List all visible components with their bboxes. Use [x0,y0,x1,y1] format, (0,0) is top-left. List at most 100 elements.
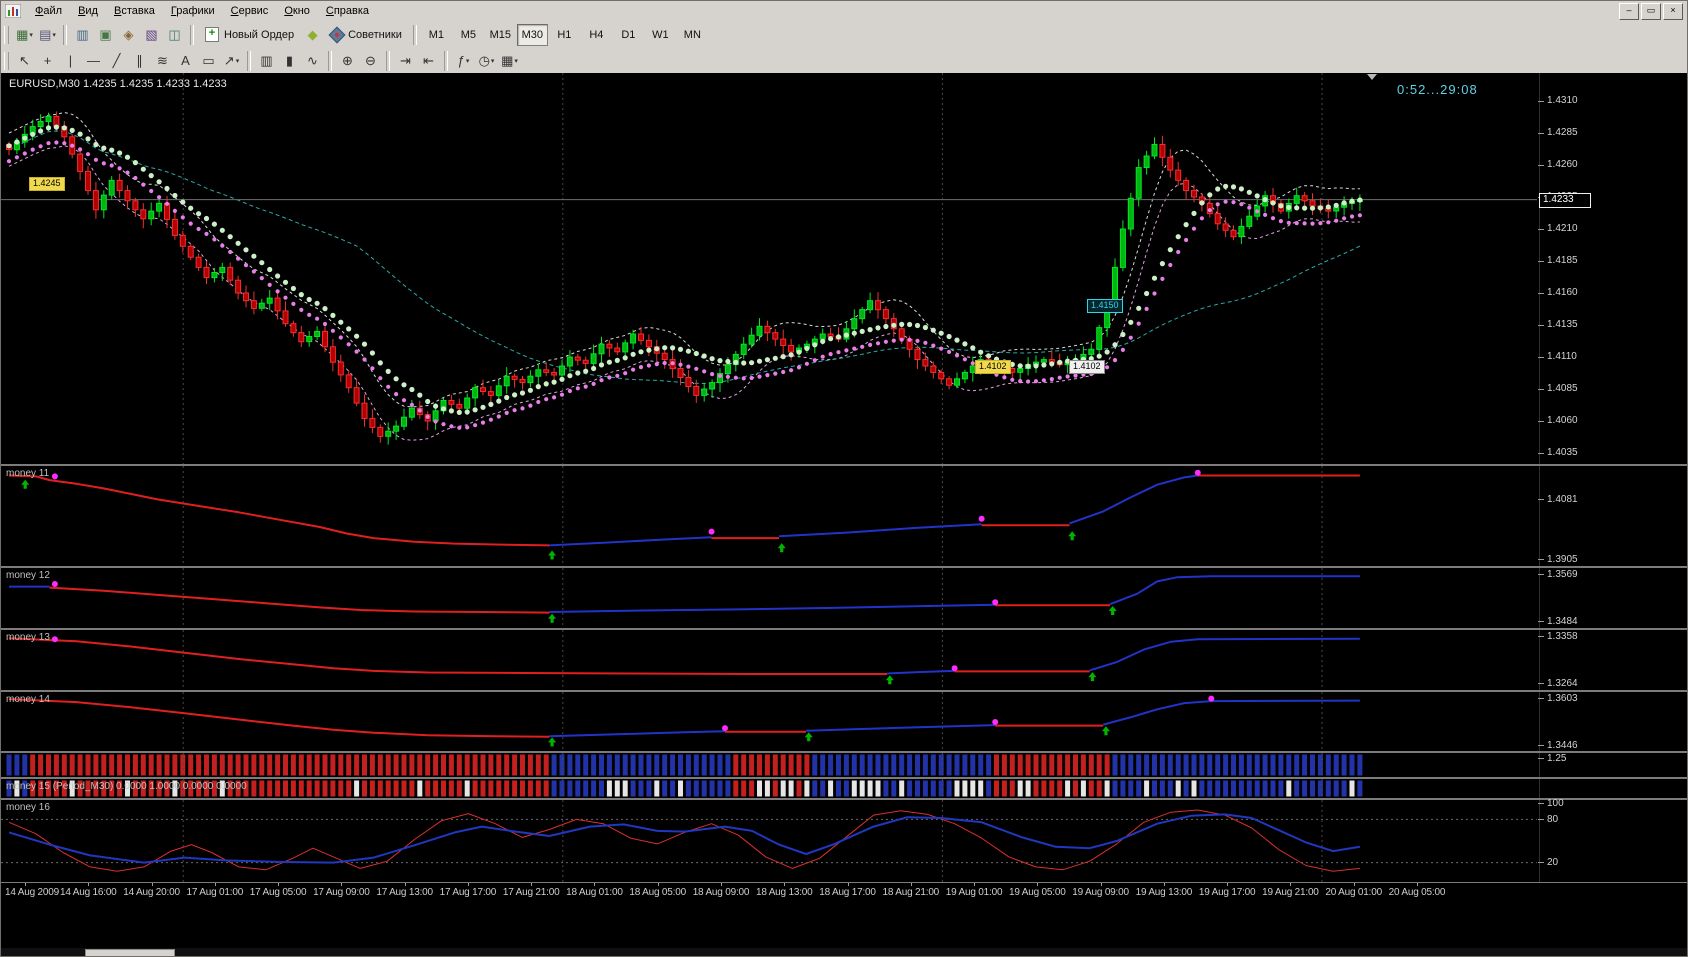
price-tag-yellow[interactable]: 1.4245 [29,177,65,191]
terminal-button[interactable]: ▧ [140,24,163,46]
equidistant-channel-icon: ∥ [136,54,143,67]
horizontal-line-button[interactable]: — [82,50,105,72]
menu-view[interactable]: Вид [70,2,106,20]
timeframe-m30[interactable]: M30 [517,24,548,46]
chart-pane-m16[interactable] [1,800,1537,882]
metaeditor-button[interactable]: ◆ [301,24,324,46]
bar-chart-button[interactable]: ▥ [255,50,278,72]
line-chart-button[interactable]: ∿ [301,50,324,72]
scale-label-m12: 1.3569 [1547,569,1578,580]
data-window-button[interactable]: ▣ [94,24,117,46]
date-axis-tick [1417,883,1418,886]
timeframe-w1[interactable]: W1 [645,24,676,46]
cursor-button[interactable]: ↖ [13,50,36,72]
trendline-button[interactable]: ╱ [105,50,128,72]
toolbar-separator [444,51,448,71]
new-chart-icon: ▦ [16,28,28,41]
chart-shift-marker[interactable] [1367,74,1377,80]
pane-splitter[interactable] [1,798,1688,800]
templates-button[interactable]: ▦▾ [498,50,521,72]
chart-system-icon[interactable] [5,4,21,18]
zoom-out-button[interactable]: ⊖ [359,50,382,72]
text-label-button[interactable]: ▭ [197,50,220,72]
scale-label-m15a: 1.25 [1547,753,1566,764]
timeframe-m5[interactable]: M5 [453,24,484,46]
zoom-out-icon: ⊖ [365,54,376,67]
navigator-button[interactable]: ◈ [117,24,140,46]
close-button[interactable]: × [1663,3,1683,20]
pane-splitter[interactable] [1,751,1688,753]
dropdown-arrow-icon: ▾ [236,57,240,65]
chart-tab[interactable] [85,949,175,957]
chart-shift-button[interactable]: ⇤ [417,50,440,72]
candlestick-button[interactable]: ▮ [278,50,301,72]
timeframe-switcher: M1M5M15M30H1H4D1W1MN [421,24,709,46]
chart-pane-m13[interactable] [1,630,1537,690]
chart-pane-main[interactable] [1,73,1537,464]
timeframe-h4[interactable]: H4 [581,24,612,46]
periods-button[interactable]: ◷▾ [475,50,498,72]
text-button[interactable]: A [174,50,197,72]
price-tag-white[interactable]: 1.4102 [1069,360,1105,374]
chart-pane-m15a[interactable] [1,753,1537,777]
chart-pane-m11[interactable] [1,466,1537,566]
pane-splitter[interactable] [1,690,1688,692]
menu-insert[interactable]: Вставка [106,2,163,20]
timeframe-m1[interactable]: M1 [421,24,452,46]
market-watch-icon: ▥ [76,28,88,41]
timeframe-h1[interactable]: H1 [549,24,580,46]
new-order-icon: + [205,27,219,42]
zoom-in-button[interactable]: ⊕ [336,50,359,72]
text-icon: A [181,54,190,67]
price-axis-label: 1.4110 [1547,351,1577,362]
auto-scroll-button[interactable]: ⇥ [394,50,417,72]
toolbar-grip[interactable] [4,52,9,70]
menu-window[interactable]: Окно [276,2,318,20]
fibonacci-button[interactable]: ≋ [151,50,174,72]
minimize-button[interactable]: – [1619,3,1639,20]
toolbar-separator [247,51,251,71]
current-price-badge: 1.4233 [1539,193,1591,208]
scale-label-m13: 1.3264 [1547,678,1578,689]
date-axis-label: 17 Aug 05:00 [250,887,307,898]
metaeditor-icon: ◆ [308,28,318,41]
menu-file[interactable]: Файл [27,2,70,20]
price-tag-cyan[interactable]: 1.4150 [1087,299,1123,313]
pane-splitter[interactable] [1,464,1688,466]
new-order-button[interactable]: +Новый Ордер [198,24,301,46]
profiles-button[interactable]: ▤▾ [36,24,59,46]
date-axis-label: 14 Aug 16:00 [60,887,117,898]
pane-splitter[interactable] [1,777,1688,779]
timeframe-mn[interactable]: MN [677,24,708,46]
indicators-button[interactable]: ƒ▾ [452,50,475,72]
chart-pane-m14[interactable] [1,692,1537,751]
crosshair-button[interactable]: + [36,50,59,72]
restore-button[interactable]: ▭ [1641,3,1661,20]
menu-tools[interactable]: Сервис [223,2,277,20]
advisors-button[interactable]: Советники [324,24,409,46]
chart-pane-m12[interactable] [1,568,1537,628]
chart-shift-icon: ⇤ [423,54,434,67]
price-tag-yellow[interactable]: 1.4102 [975,360,1011,374]
market-watch-button[interactable]: ▥ [71,24,94,46]
timeframe-m15[interactable]: M15 [485,24,516,46]
navigator-icon: ◈ [124,28,134,41]
pane-splitter[interactable] [1,566,1688,568]
toolbar-drawing: ↖+|—╱ ∥ ≋ A ▭↗▾ ▥▮∿ ⊕ ⊖ ⇥ ⇤ ƒ▾◷▾▦▾ [1,48,1687,74]
date-axis-tick [1354,883,1355,886]
auto-scroll-icon: ⇥ [400,54,411,67]
strategy-tester-button[interactable]: ◫ [163,24,186,46]
scale-tick-m16 [1538,819,1544,820]
new-chart-button[interactable]: ▦▾ [13,24,36,46]
timeframe-d1[interactable]: D1 [613,24,644,46]
toolbar-grip[interactable] [4,26,9,44]
price-axis-tick [1538,389,1544,390]
date-axis-label: 17 Aug 01:00 [187,887,244,898]
menu-help[interactable]: Справка [318,2,377,20]
date-axis-label: 19 Aug 01:00 [946,887,1003,898]
pane-splitter[interactable] [1,628,1688,630]
arrows-button[interactable]: ↗▾ [220,50,243,72]
equidistant-channel-button[interactable]: ∥ [128,50,151,72]
vertical-line-button[interactable]: | [59,50,82,72]
menu-charts[interactable]: Графики [163,2,223,20]
